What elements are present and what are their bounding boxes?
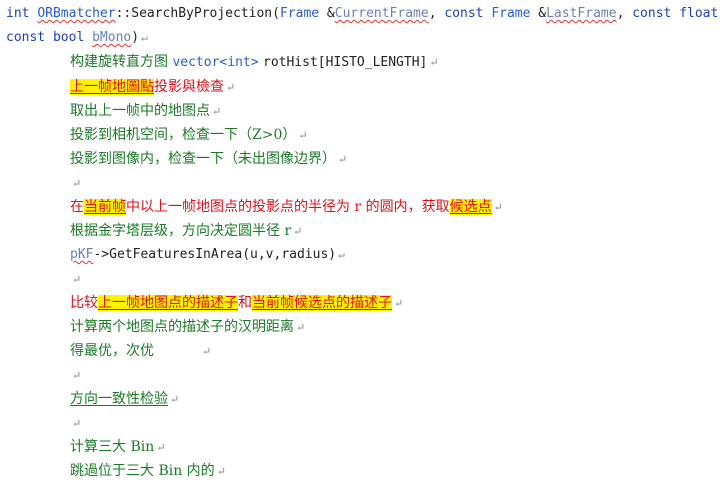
class-name: ORBmatcher <box>37 6 116 21</box>
paragraph-mark-icon: ↵ <box>72 177 82 190</box>
paragraph-mark-icon: ↵ <box>212 105 222 118</box>
empty-line-1: ↵ <box>70 174 81 193</box>
section3-mid: 和 <box>238 295 252 311</box>
bin3-text: 计算三大 Bin <box>70 439 155 455</box>
highlight-candidates: 候选点 <box>449 199 492 215</box>
param4-name: bMono <box>92 30 132 45</box>
paragraph-mark-icon: ↵ <box>72 273 82 286</box>
param2-type: Frame <box>491 6 531 21</box>
paragraph-mark-icon: ↵ <box>298 129 308 142</box>
paragraph-mark-icon: ↵ <box>170 393 180 406</box>
param4-const: const <box>6 30 46 45</box>
paragraph-mark-icon: ↵ <box>72 417 82 430</box>
project-image-line: 投影到图像内，检查一下（未出图像边界） ↵ <box>70 150 347 169</box>
empty-line-2: ↵ <box>70 270 81 289</box>
bin3-line: 计算三大 Bin ↵ <box>70 438 165 457</box>
best-text: 得最优，次优 <box>70 343 154 359</box>
get-features-line: pKF->GetFeaturesInArea(u,v,radius) ↵ <box>70 246 345 264</box>
section3-pre: 比较 <box>70 295 98 311</box>
paragraph-mark-icon: ↵ <box>338 248 345 261</box>
param3-const: const <box>632 6 672 21</box>
paragraph-mark-icon: ↵ <box>429 56 439 69</box>
param2-name: LastFrame <box>546 6 617 21</box>
paragraph-mark-icon: ↵ <box>216 465 226 478</box>
project-image-text: 投影到图像内，检查一下（未出图像边界） <box>70 151 336 167</box>
get-features-call: ->GetFeaturesInArea(u,v,radius) <box>93 247 337 262</box>
section2-pre: 在 <box>70 199 84 215</box>
paragraph-mark-icon: ↵ <box>493 201 503 214</box>
take-mappoints-line: 取出上一帧中的地图点 ↵ <box>70 102 221 121</box>
section2-mid: 中以上一帧地图点的投影点的半径为 r 的圆内，获取 <box>126 199 450 215</box>
highlight-current-descriptor: 当前帧候选点的描述子 <box>252 295 392 311</box>
take-mappoints-text: 取出上一帧中的地图点 <box>70 103 210 119</box>
function-signature-cont: const bool bMono) ↵ <box>6 29 148 47</box>
section-heading-orientation: 方向一致性检验 ↵ <box>70 390 179 409</box>
hamming-text: 计算两个地图点的描述子的汉明距离 <box>70 319 294 335</box>
close-paren: ) <box>131 30 140 45</box>
rothist-var: rotHist[HISTO_LENGTH] <box>263 55 428 70</box>
comma-2: , <box>616 6 625 21</box>
document-page: int ORBmatcher::SearchByProjection(Frame… <box>0 0 720 482</box>
paragraph-mark-icon: ↵ <box>156 441 166 454</box>
radius-text: 根据金字塔层级，方向决定圆半径 r <box>70 223 292 239</box>
param1-type: Frame <box>279 6 320 21</box>
pkf-var: pKF <box>70 247 94 262</box>
param1-amp: & <box>319 6 335 21</box>
scope-operator: :: <box>115 6 132 21</box>
section-heading-projection: 上一帧地圖點投影與檢查 ↵ <box>70 78 235 97</box>
paragraph-mark-icon: ↵ <box>141 31 148 44</box>
paragraph-mark-icon: ↵ <box>293 225 303 238</box>
param2-const: const <box>444 6 484 21</box>
return-type: int <box>6 6 30 21</box>
highlight-current-frame: 当前帧 <box>84 199 126 215</box>
paragraph-mark-icon: ↵ <box>202 345 212 358</box>
build-histogram-line: 构建旋转直方图 vector<int> rotHist[HISTO_LENGTH… <box>70 53 439 72</box>
project-camera-text: 投影到相机空间，检查一下（Z>0） <box>70 127 297 143</box>
param4-type: bool <box>52 30 85 45</box>
section-heading-descriptors: 比较上一帧地图点的描述子和当前帧候选点的描述子 ↵ <box>70 294 403 313</box>
vector-type: vector<int> <box>172 55 259 70</box>
hamming-line: 计算两个地图点的描述子的汉明距离 ↵ <box>70 318 305 337</box>
comma-1: , <box>428 6 437 21</box>
param2-amp: & <box>530 6 547 21</box>
build-histogram-text: 构建旋转直方图 <box>70 54 168 70</box>
skip-text: 跳過位于三大 Bin 内的 <box>70 463 215 479</box>
radius-line: 根据金字塔层级，方向决定圆半径 r ↵ <box>70 222 302 241</box>
section1-rest: 投影與檢查 <box>154 79 224 95</box>
section-heading-candidates: 在当前帧中以上一帧地图点的投影点的半径为 r 的圆内，获取候选点 ↵ <box>70 198 503 217</box>
open-paren: ( <box>272 6 280 21</box>
paragraph-mark-icon: ↵ <box>72 369 82 382</box>
orientation-check-text: 方向一致性检验 <box>70 391 168 407</box>
skip-line: 跳過位于三大 Bin 内的 ↵ <box>70 462 226 481</box>
paragraph-mark-icon: ↵ <box>338 153 348 166</box>
param1-name: CurrentFrame <box>334 6 429 21</box>
function-signature: int ORBmatcher::SearchByProjection(Frame… <box>6 5 720 23</box>
paragraph-mark-icon: ↵ <box>394 297 404 310</box>
param3-type: float <box>679 6 719 21</box>
highlight-last-descriptor: 上一帧地图点的描述子 <box>98 295 238 311</box>
empty-line-3: ↵ <box>70 366 81 385</box>
method-name: SearchByProjection <box>131 6 273 21</box>
highlight-last-frame-mappoints: 上一帧地圖點 <box>70 79 154 95</box>
paragraph-mark-icon: ↵ <box>226 81 236 94</box>
best-line: 得最优，次优 ↵ <box>70 342 211 361</box>
empty-line-4: ↵ <box>70 414 81 433</box>
project-camera-line: 投影到相机空间，检查一下（Z>0） ↵ <box>70 126 308 145</box>
paragraph-mark-icon: ↵ <box>296 321 306 334</box>
